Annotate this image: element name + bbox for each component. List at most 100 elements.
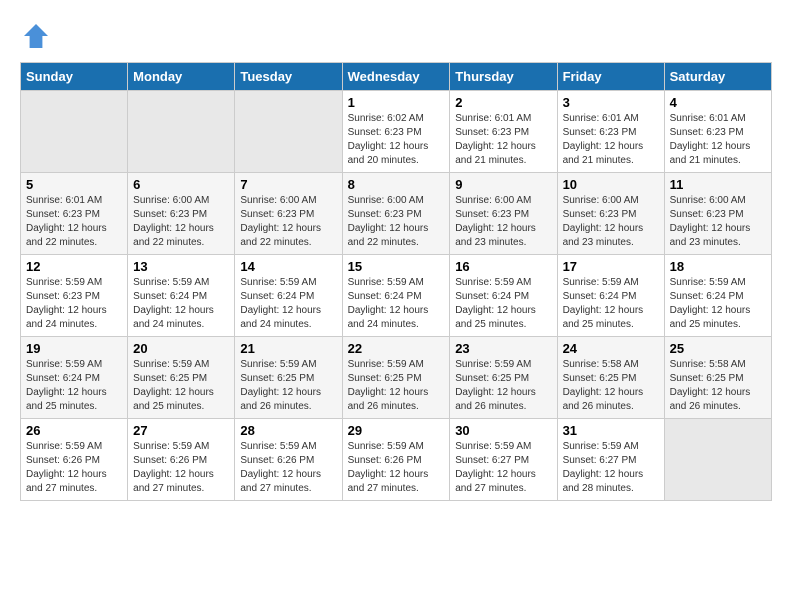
calendar-cell: 30 Sunrise: 5:59 AM Sunset: 6:27 PM Dayli… — [450, 419, 557, 501]
logo-icon — [20, 20, 52, 52]
calendar-cell: 5 Sunrise: 6:01 AM Sunset: 6:23 PM Daylig… — [21, 173, 128, 255]
calendar-cell — [128, 91, 235, 173]
day-number: 21 — [240, 341, 336, 356]
calendar-cell: 19 Sunrise: 5:59 AM Sunset: 6:24 PM Dayli… — [21, 337, 128, 419]
day-info: Sunrise: 6:02 AM Sunset: 6:23 PM Dayligh… — [348, 112, 445, 168]
day-number: 16 — [455, 259, 551, 274]
day-number: 19 — [26, 341, 122, 356]
day-number: 3 — [563, 95, 659, 110]
day-info: Sunrise: 6:00 AM Sunset: 6:23 PM Dayligh… — [133, 194, 229, 250]
day-info: Sunrise: 6:01 AM Sunset: 6:23 PM Dayligh… — [26, 194, 122, 250]
calendar-cell: 4Sunrise: 6:01 AM Sunset: 6:23 PM Daylig… — [664, 91, 771, 173]
day-info: Sunrise: 5:59 AM Sunset: 6:27 PM Dayligh… — [455, 440, 551, 496]
day-number: 23 — [455, 341, 551, 356]
day-number: 28 — [240, 423, 336, 438]
calendar-cell: 3Sunrise: 6:01 AM Sunset: 6:23 PM Daylig… — [557, 91, 664, 173]
day-info: Sunrise: 5:58 AM Sunset: 6:25 PM Dayligh… — [670, 358, 766, 414]
calendar-cell: 8 Sunrise: 6:00 AM Sunset: 6:23 PM Daylig… — [342, 173, 450, 255]
weekday-header-thursday: Thursday — [450, 63, 557, 91]
calendar-cell: 9Sunrise: 6:00 AM Sunset: 6:23 PM Daylig… — [450, 173, 557, 255]
day-info: Sunrise: 6:00 AM Sunset: 6:23 PM Dayligh… — [670, 194, 766, 250]
weekday-header-tuesday: Tuesday — [235, 63, 342, 91]
calendar-cell: 27 Sunrise: 5:59 AM Sunset: 6:26 PM Dayli… — [128, 419, 235, 501]
day-info: Sunrise: 6:00 AM Sunset: 6:23 PM Dayligh… — [348, 194, 445, 250]
day-number: 13 — [133, 259, 229, 274]
day-info: Sunrise: 5:58 AM Sunset: 6:25 PM Dayligh… — [563, 358, 659, 414]
calendar-cell: 21Sunrise: 5:59 AM Sunset: 6:25 PM Dayli… — [235, 337, 342, 419]
calendar-week-5: 26 Sunrise: 5:59 AM Sunset: 6:26 PM Dayli… — [21, 419, 772, 501]
calendar-week-2: 5 Sunrise: 6:01 AM Sunset: 6:23 PM Daylig… — [21, 173, 772, 255]
day-number: 6 — [133, 177, 229, 192]
header-row: SundayMondayTuesdayWednesdayThursdayFrid… — [21, 63, 772, 91]
day-info: Sunrise: 5:59 AM Sunset: 6:25 PM Dayligh… — [455, 358, 551, 414]
day-info: Sunrise: 5:59 AM Sunset: 6:24 PM Dayligh… — [670, 276, 766, 332]
calendar-table: SundayMondayTuesdayWednesdayThursdayFrid… — [20, 62, 772, 501]
weekday-header-sunday: Sunday — [21, 63, 128, 91]
day-info: Sunrise: 6:00 AM Sunset: 6:23 PM Dayligh… — [240, 194, 336, 250]
day-number: 22 — [348, 341, 445, 356]
day-number: 10 — [563, 177, 659, 192]
day-info: Sunrise: 5:59 AM Sunset: 6:24 PM Dayligh… — [455, 276, 551, 332]
calendar-cell: 25 Sunrise: 5:58 AM Sunset: 6:25 PM Dayli… — [664, 337, 771, 419]
day-info: Sunrise: 5:59 AM Sunset: 6:24 PM Dayligh… — [348, 276, 445, 332]
calendar-cell: 17 Sunrise: 5:59 AM Sunset: 6:24 PM Dayli… — [557, 255, 664, 337]
day-number: 30 — [455, 423, 551, 438]
day-number: 29 — [348, 423, 445, 438]
day-info: Sunrise: 5:59 AM Sunset: 6:26 PM Dayligh… — [26, 440, 122, 496]
day-number: 31 — [563, 423, 659, 438]
day-info: Sunrise: 5:59 AM Sunset: 6:24 PM Dayligh… — [563, 276, 659, 332]
calendar-cell: 1Sunrise: 6:02 AM Sunset: 6:23 PM Daylig… — [342, 91, 450, 173]
calendar-week-1: 1Sunrise: 6:02 AM Sunset: 6:23 PM Daylig… — [21, 91, 772, 173]
calendar-cell: 23 Sunrise: 5:59 AM Sunset: 6:25 PM Dayli… — [450, 337, 557, 419]
day-info: Sunrise: 5:59 AM Sunset: 6:23 PM Dayligh… — [26, 276, 122, 332]
day-number: 24 — [563, 341, 659, 356]
page-header — [20, 20, 772, 52]
weekday-header-wednesday: Wednesday — [342, 63, 450, 91]
calendar-cell: 18Sunrise: 5:59 AM Sunset: 6:24 PM Dayli… — [664, 255, 771, 337]
weekday-header-saturday: Saturday — [664, 63, 771, 91]
weekday-header-monday: Monday — [128, 63, 235, 91]
day-info: Sunrise: 5:59 AM Sunset: 6:26 PM Dayligh… — [348, 440, 445, 496]
calendar-cell: 14 Sunrise: 5:59 AM Sunset: 6:24 PM Dayli… — [235, 255, 342, 337]
day-number: 7 — [240, 177, 336, 192]
calendar-cell: 11 Sunrise: 6:00 AM Sunset: 6:23 PM Dayli… — [664, 173, 771, 255]
day-number: 2 — [455, 95, 551, 110]
day-info: Sunrise: 6:01 AM Sunset: 6:23 PM Dayligh… — [670, 112, 766, 168]
calendar-cell: 13Sunrise: 5:59 AM Sunset: 6:24 PM Dayli… — [128, 255, 235, 337]
calendar-cell: 16 Sunrise: 5:59 AM Sunset: 6:24 PM Dayli… — [450, 255, 557, 337]
day-info: Sunrise: 5:59 AM Sunset: 6:24 PM Dayligh… — [240, 276, 336, 332]
calendar-cell: 10 Sunrise: 6:00 AM Sunset: 6:23 PM Dayli… — [557, 173, 664, 255]
calendar-week-4: 19 Sunrise: 5:59 AM Sunset: 6:24 PM Dayli… — [21, 337, 772, 419]
day-number: 17 — [563, 259, 659, 274]
day-number: 15 — [348, 259, 445, 274]
calendar-cell: 12 Sunrise: 5:59 AM Sunset: 6:23 PM Dayli… — [21, 255, 128, 337]
calendar-cell: 2 Sunrise: 6:01 AM Sunset: 6:23 PM Daylig… — [450, 91, 557, 173]
calendar-cell: 31 Sunrise: 5:59 AM Sunset: 6:27 PM Dayli… — [557, 419, 664, 501]
logo — [20, 20, 56, 52]
calendar-cell — [235, 91, 342, 173]
day-info: Sunrise: 6:00 AM Sunset: 6:23 PM Dayligh… — [563, 194, 659, 250]
day-number: 11 — [670, 177, 766, 192]
calendar-cell: 28 Sunrise: 5:59 AM Sunset: 6:26 PM Dayli… — [235, 419, 342, 501]
day-info: Sunrise: 5:59 AM Sunset: 6:26 PM Dayligh… — [133, 440, 229, 496]
day-number: 14 — [240, 259, 336, 274]
calendar-cell: 22Sunrise: 5:59 AM Sunset: 6:25 PM Dayli… — [342, 337, 450, 419]
day-number: 8 — [348, 177, 445, 192]
day-info: Sunrise: 6:00 AM Sunset: 6:23 PM Dayligh… — [455, 194, 551, 250]
day-info: Sunrise: 5:59 AM Sunset: 6:27 PM Dayligh… — [563, 440, 659, 496]
day-number: 27 — [133, 423, 229, 438]
day-number: 5 — [26, 177, 122, 192]
day-number: 26 — [26, 423, 122, 438]
calendar-week-3: 12 Sunrise: 5:59 AM Sunset: 6:23 PM Dayli… — [21, 255, 772, 337]
day-info: Sunrise: 6:01 AM Sunset: 6:23 PM Dayligh… — [455, 112, 551, 168]
day-info: Sunrise: 5:59 AM Sunset: 6:25 PM Dayligh… — [133, 358, 229, 414]
day-number: 20 — [133, 341, 229, 356]
day-number: 12 — [26, 259, 122, 274]
calendar-cell: 7 Sunrise: 6:00 AM Sunset: 6:23 PM Daylig… — [235, 173, 342, 255]
day-info: Sunrise: 5:59 AM Sunset: 6:24 PM Dayligh… — [26, 358, 122, 414]
day-info: Sunrise: 5:59 AM Sunset: 6:26 PM Dayligh… — [240, 440, 336, 496]
day-number: 25 — [670, 341, 766, 356]
calendar-cell: 24 Sunrise: 5:58 AM Sunset: 6:25 PM Dayli… — [557, 337, 664, 419]
calendar-cell: 20 Sunrise: 5:59 AM Sunset: 6:25 PM Dayli… — [128, 337, 235, 419]
weekday-header-friday: Friday — [557, 63, 664, 91]
